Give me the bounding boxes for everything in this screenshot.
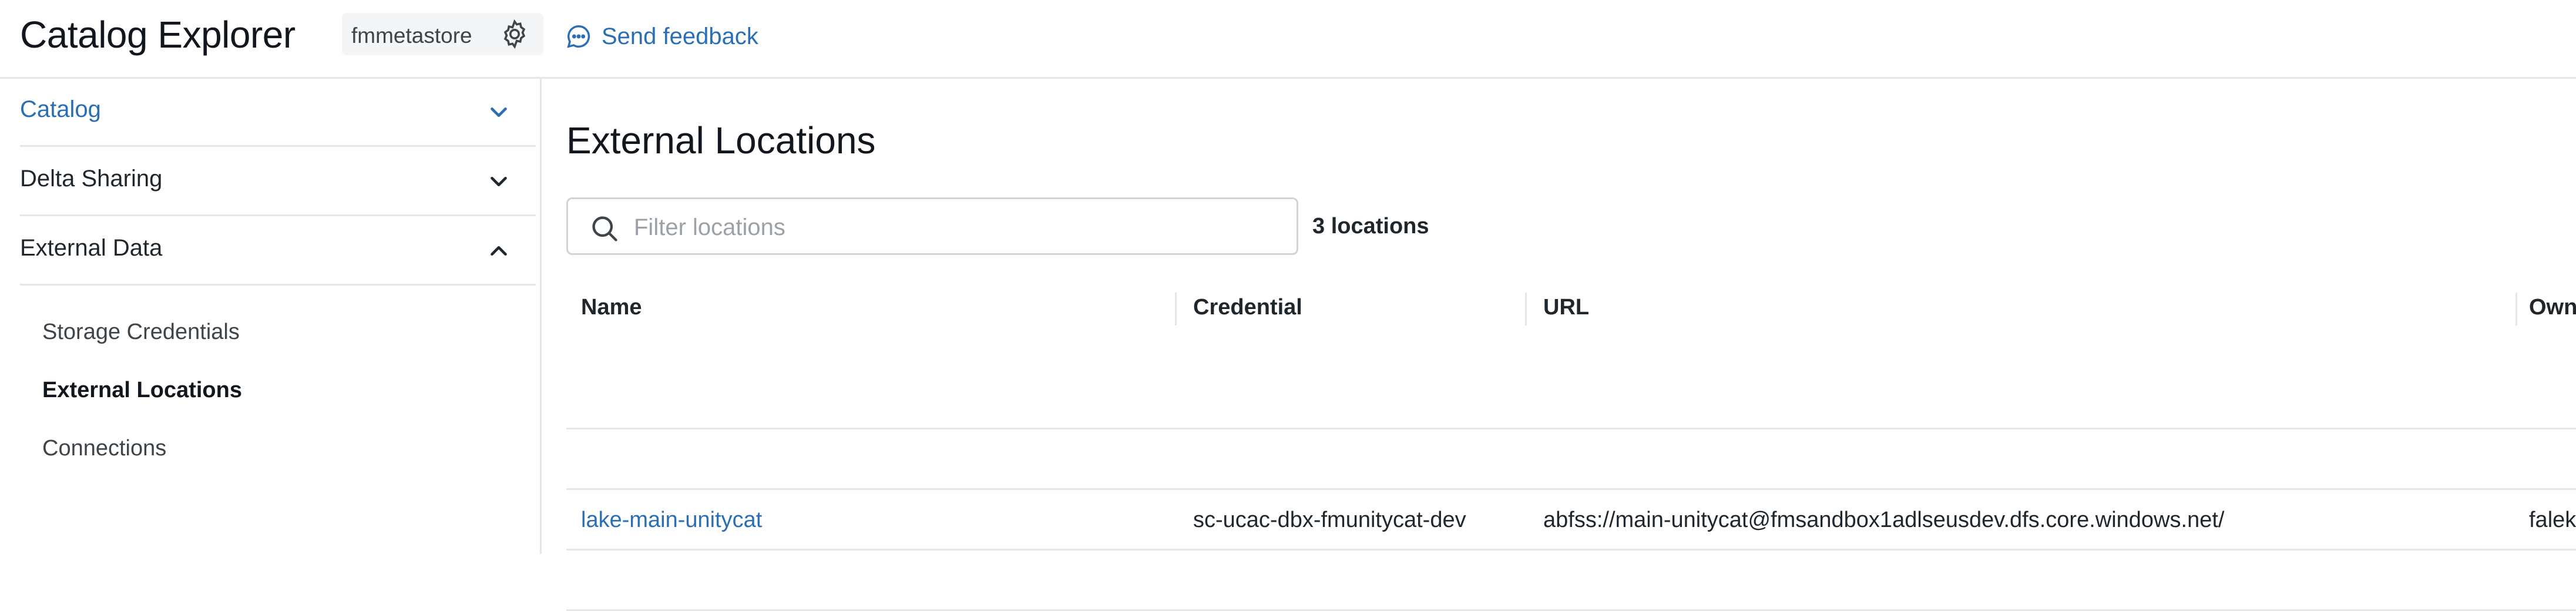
owner-cell: falek@ — [2529, 508, 2576, 532]
column-header-name[interactable]: Name — [581, 295, 642, 320]
url-cell: abfss://main-unitycat@fmsandbox1adlseusd… — [1543, 508, 2225, 532]
chevron-up-icon — [491, 246, 507, 256]
sidebar-section-label: Delta Sharing — [20, 166, 163, 192]
search-icon — [592, 216, 617, 241]
header-divider — [566, 428, 2576, 429]
sidebar-section-label: Catalog — [20, 96, 101, 122]
sidebar-section-catalog[interactable]: Catalog — [20, 79, 536, 147]
sidebar: Catalog Delta Sharing External Data Stor… — [0, 79, 542, 554]
column-header-url[interactable]: URL — [1543, 295, 1589, 320]
send-feedback-label: Send feedback — [602, 23, 758, 49]
gear-icon[interactable] — [499, 18, 530, 50]
filter-locations-box[interactable] — [566, 197, 1298, 255]
sidebar-item-connections[interactable]: Connections — [42, 436, 166, 461]
locations-count: 3 locations — [1312, 214, 1429, 239]
column-resize-handle[interactable] — [1525, 293, 1527, 325]
metastore-name: fmmetastore — [351, 24, 472, 48]
sidebar-section-external-data[interactable]: External Data — [20, 217, 536, 286]
row-divider — [566, 488, 2576, 490]
send-feedback-link[interactable]: Send feedback — [565, 20, 758, 53]
page-title: External Locations — [566, 119, 876, 162]
sidebar-section-delta-sharing[interactable]: Delta Sharing — [20, 148, 536, 216]
sidebar-section-label: External Data — [20, 235, 163, 261]
column-resize-handle[interactable] — [2515, 293, 2517, 325]
location-name-link[interactable]: lake-main-unitycat — [581, 508, 762, 533]
credential-cell: sc-ucac-dbx-fmunitycat-dev — [1193, 508, 1466, 532]
main-content: External Locations 3 locations Name Cred… — [542, 79, 2576, 611]
sidebar-item-storage-credentials[interactable]: Storage Credentials — [42, 320, 240, 345]
chevron-down-icon — [491, 176, 507, 187]
row-divider — [566, 549, 2576, 550]
chat-bubble-icon — [567, 25, 590, 48]
app-title: Catalog Explorer — [20, 14, 295, 56]
chevron-down-icon — [491, 107, 507, 118]
metastore-chip: fmmetastore — [342, 13, 543, 55]
column-header-owner[interactable]: Owner — [2529, 295, 2576, 320]
filter-locations-input[interactable] — [633, 210, 1281, 245]
column-header-credential[interactable]: Credential — [1193, 295, 1302, 320]
top-header: Catalog Explorer fmmetastore Send feedba… — [0, 0, 2576, 79]
column-resize-handle[interactable] — [1175, 293, 1177, 325]
sidebar-item-external-locations[interactable]: External Locations — [42, 378, 242, 403]
